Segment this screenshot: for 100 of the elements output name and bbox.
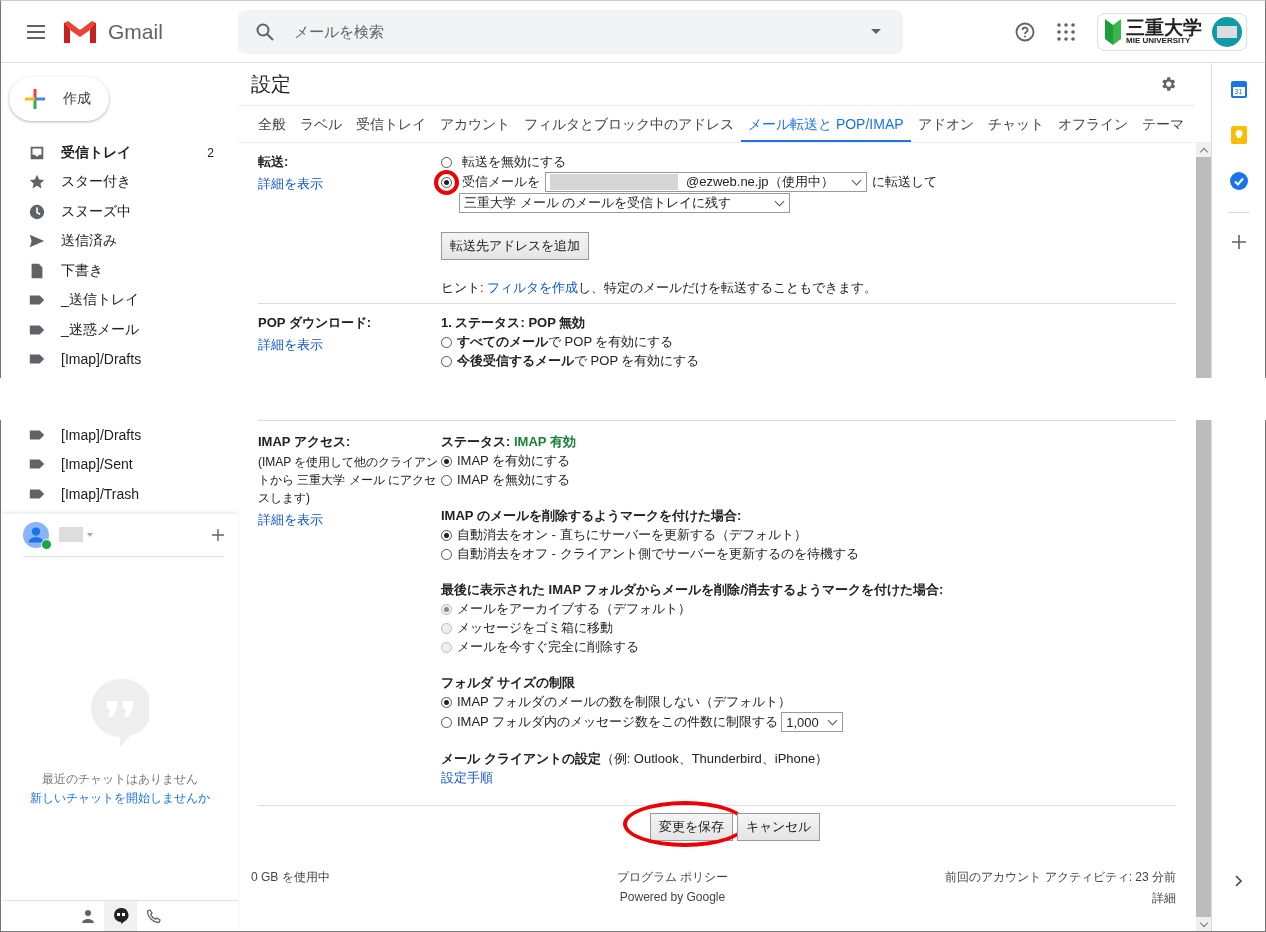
radio-button[interactable]	[441, 336, 452, 348]
radio-button[interactable]	[441, 716, 452, 728]
radio-button[interactable]	[441, 176, 452, 188]
details-link[interactable]: 詳細	[1152, 890, 1176, 907]
chat-bubble-icon	[112, 908, 129, 924]
radio-button[interactable]	[441, 156, 452, 168]
settings-tab[interactable]: アドオン	[910, 106, 981, 142]
search-field[interactable]: メールを検索	[292, 22, 853, 41]
sidebar-item[interactable]: 受信トレイ 2	[1, 138, 238, 168]
account-avatar[interactable]	[1212, 16, 1242, 47]
option-label: すべてのメールで POP を有効にする	[457, 333, 674, 351]
setup-link[interactable]: 設定手順	[441, 769, 829, 787]
sidebar-item[interactable]: [Imap]/Drafts	[1, 420, 238, 450]
user-avatar[interactable]	[23, 521, 49, 548]
sidebar-item[interactable]: _送信トレイ	[1, 285, 238, 315]
dropdown-caret-icon[interactable]	[871, 28, 881, 35]
radio-button[interactable]	[441, 455, 452, 467]
settings-tab[interactable]: テーマ	[1134, 106, 1191, 142]
section-note: (IMAP を使用して他のクライアントから 三重大学 メール にアクセスします)	[258, 454, 439, 507]
search-bar[interactable]: メールを検索	[238, 9, 903, 54]
radio-button[interactable]	[441, 529, 452, 541]
plus-icon	[23, 87, 47, 111]
address-dropdown[interactable]: @ezweb.ne.jp（使用中）	[545, 172, 867, 192]
details-link[interactable]: 詳細を表示	[258, 175, 441, 193]
organization-name: 三重大学	[1126, 18, 1202, 37]
tasks-icon[interactable]	[1229, 172, 1248, 190]
sidebar-item[interactable]: [Imap]/Drafts	[1, 344, 238, 374]
settings-tab[interactable]: フィルタとブロック中のアドレス	[517, 106, 741, 142]
option-label: IMAP フォルダ内のメッセージ数をこの件数に制限する	[457, 713, 779, 731]
sidebar-item[interactable]: 下書き	[1, 256, 238, 286]
save-button[interactable]: 変更を保存	[650, 813, 733, 841]
group-heading: IMAP のメールを削除するようマークを付けた場合:	[441, 507, 743, 525]
phone-icon	[146, 909, 161, 923]
sidebar-item[interactable]: _迷惑メール	[1, 315, 238, 345]
option-label: 受信メールを	[462, 173, 540, 191]
settings-tab[interactable]: 受信トレイ	[349, 106, 433, 142]
page-title: 設定	[251, 71, 291, 97]
app-name[interactable]: Gmail	[108, 19, 163, 44]
option-label: メッセージをゴミ箱に移動	[457, 619, 613, 637]
compose-button[interactable]: 作成	[9, 77, 109, 121]
create-filter-link[interactable]: フィルタを作成	[487, 280, 579, 295]
radio-button[interactable]	[441, 474, 452, 486]
limit-dropdown[interactable]: 1,000	[781, 712, 844, 732]
action-dropdown[interactable]: 三重大学 メール のメールを受信トレイに残す	[459, 193, 790, 213]
option-label: に転送して	[872, 173, 937, 191]
hint-text: ヒント: フィルタを作成し、特定のメールだけを転送することもできます。	[441, 279, 878, 297]
last-activity-text: 前回のアカウント アクティビティ: 23 分前	[945, 869, 1176, 886]
option-label: 自動消去をオフ - クライアント側でサーバーを更新するのを待機する	[457, 545, 859, 563]
sidebar-item[interactable]: スヌーズ中	[1, 197, 238, 227]
option-label: 今後受信するメールで POP を有効にする	[457, 352, 700, 370]
add-icon[interactable]	[212, 528, 224, 541]
policy-link[interactable]: プログラム ポリシー	[616, 869, 729, 886]
help-icon[interactable]	[1015, 21, 1035, 42]
section-label: POP ダウンロード:	[258, 314, 373, 332]
settings-tab[interactable]: チャット	[980, 106, 1051, 142]
cancel-button[interactable]: キャンセル	[737, 813, 820, 841]
status-heading: 1. ステータス: POP 無効	[441, 314, 586, 332]
option-label: 自動消去をオン - 直ちにサーバーを更新する（デフォルト）	[457, 526, 807, 544]
details-link[interactable]: 詳細を表示	[258, 336, 441, 354]
option-label: メールをアーカイブする（デフォルト）	[457, 600, 691, 618]
add-address-button[interactable]: 転送先アドレスを追加	[441, 232, 589, 260]
radio-button[interactable]	[441, 355, 452, 367]
menu-icon[interactable]	[26, 24, 46, 39]
apps-grid-icon[interactable]	[1057, 22, 1075, 41]
settings-tab[interactable]: ラベル	[293, 106, 349, 142]
option-label: IMAP フォルダのメールの数を制限しない（デフォルト）	[457, 693, 792, 711]
clock-icon	[28, 202, 46, 221]
client-heading: メール クライアントの設定（例: Outlook、Thunderbird、iPhone）	[441, 750, 829, 768]
chat-tab[interactable]	[104, 901, 137, 931]
section-label: IMAP アクセス:	[258, 433, 352, 451]
sidebar-item[interactable]: [Imap]/Sent	[1, 449, 238, 479]
group-heading: 最後に表示された IMAP フォルダからメールを削除/消去するようマークを付けた場合:	[441, 581, 944, 599]
status-label: ステータス: IMAP 有効	[441, 433, 576, 451]
scrollbar[interactable]	[1196, 420, 1211, 931]
sidebar-item[interactable]: [Imap]/Trash	[1, 479, 238, 509]
start-chat-link[interactable]: 新しいチャットを開始しませんか	[29, 790, 210, 808]
leaf-logo-icon	[1104, 16, 1122, 47]
unread-count: 2	[207, 145, 214, 160]
account-badge[interactable]: 三重大学 MIE UNIVERSITY	[1097, 12, 1247, 51]
chevron-right-icon[interactable]	[1234, 875, 1243, 887]
details-link[interactable]: 詳細を表示	[258, 511, 441, 529]
scrollbar[interactable]	[1196, 143, 1211, 378]
sidebar-item[interactable]: スター付き	[1, 167, 238, 197]
settings-tab[interactable]: 全般	[251, 106, 293, 142]
option-label: メールを今すぐ完全に削除する	[457, 638, 639, 656]
settings-tab[interactable]: アカウント	[433, 106, 517, 142]
search-icon[interactable]	[256, 22, 274, 41]
organization-subtitle: MIE UNIVERSITY	[1126, 37, 1191, 45]
add-icon[interactable]	[1231, 235, 1246, 249]
group-heading: フォルダ サイズの制限	[441, 674, 576, 692]
powered-by-text: Powered by Google	[619, 890, 726, 904]
option-label: IMAP を有効にする	[457, 452, 571, 470]
option-label: 転送を無効にする	[462, 153, 566, 171]
sidebar-item[interactable]: 送信済み	[1, 226, 238, 256]
settings-tab[interactable]: メール転送と POP/IMAP	[741, 106, 911, 142]
settings-tab[interactable]: オフライン	[1050, 106, 1135, 142]
envelope-logo-icon[interactable]	[62, 18, 98, 45]
option-label: IMAP を無効にする	[457, 471, 571, 489]
radio-button[interactable]	[441, 696, 452, 708]
radio-button[interactable]	[441, 548, 452, 560]
